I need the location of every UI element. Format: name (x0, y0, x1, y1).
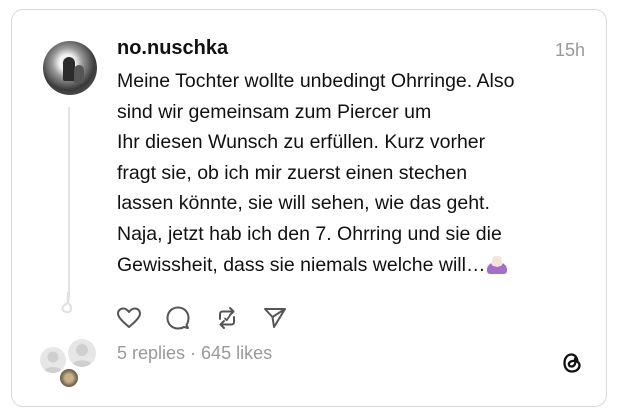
reply-avatar-photo (60, 369, 78, 387)
post-line: Meine Tochter wollte unbedingt Ohrringe.… (117, 70, 515, 92)
likes-count[interactable]: 645 likes (201, 343, 272, 363)
post-line-last: Gewissheit, dass sie niemals welche will… (117, 250, 577, 281)
post-line: Gewissheit, dass sie niemals welche will… (117, 253, 486, 276)
heart-icon[interactable] (116, 305, 142, 331)
replies-count[interactable]: 5 replies (117, 343, 185, 363)
post-line: lassen könnte, sie will sehen, wie das g… (117, 192, 490, 215)
post-line: Ihr diesen Wunsch zu erfüllen. Kurz vorh… (117, 131, 486, 154)
stats-separator: · (185, 343, 202, 363)
post-timestamp: 15h (554, 40, 585, 60)
post-stats: 5 replies · 645 likes (117, 343, 272, 364)
user-placeholder-icon (71, 344, 93, 367)
avatar-figure-2 (74, 65, 84, 83)
threads-logo-icon[interactable] (558, 349, 586, 377)
reply-avatar (68, 339, 96, 367)
repost-icon[interactable] (214, 305, 240, 331)
post-line: fragt sie, ob ich mir zuerst einen stech… (117, 161, 468, 184)
reply-avatars (40, 339, 100, 389)
reply-avatar (40, 347, 66, 373)
author-avatar[interactable] (43, 41, 97, 95)
user-placeholder-icon (43, 351, 63, 373)
thread-line (68, 107, 70, 295)
send-icon[interactable] (262, 305, 288, 331)
woman-shrugging-emoji-icon (487, 255, 508, 274)
post-text: Meine Tochter wollte unbedingt Ohrringe.… (117, 66, 577, 280)
post-line: Naja, jetzt hab ich den 7. Ohrring und s… (117, 222, 502, 245)
post-line: sind wir gemeinsam zum Piercer um (117, 100, 432, 123)
author-username[interactable]: no.nuschka (117, 37, 228, 60)
comment-icon[interactable] (165, 305, 191, 331)
thread-loop-icon (61, 291, 73, 314)
